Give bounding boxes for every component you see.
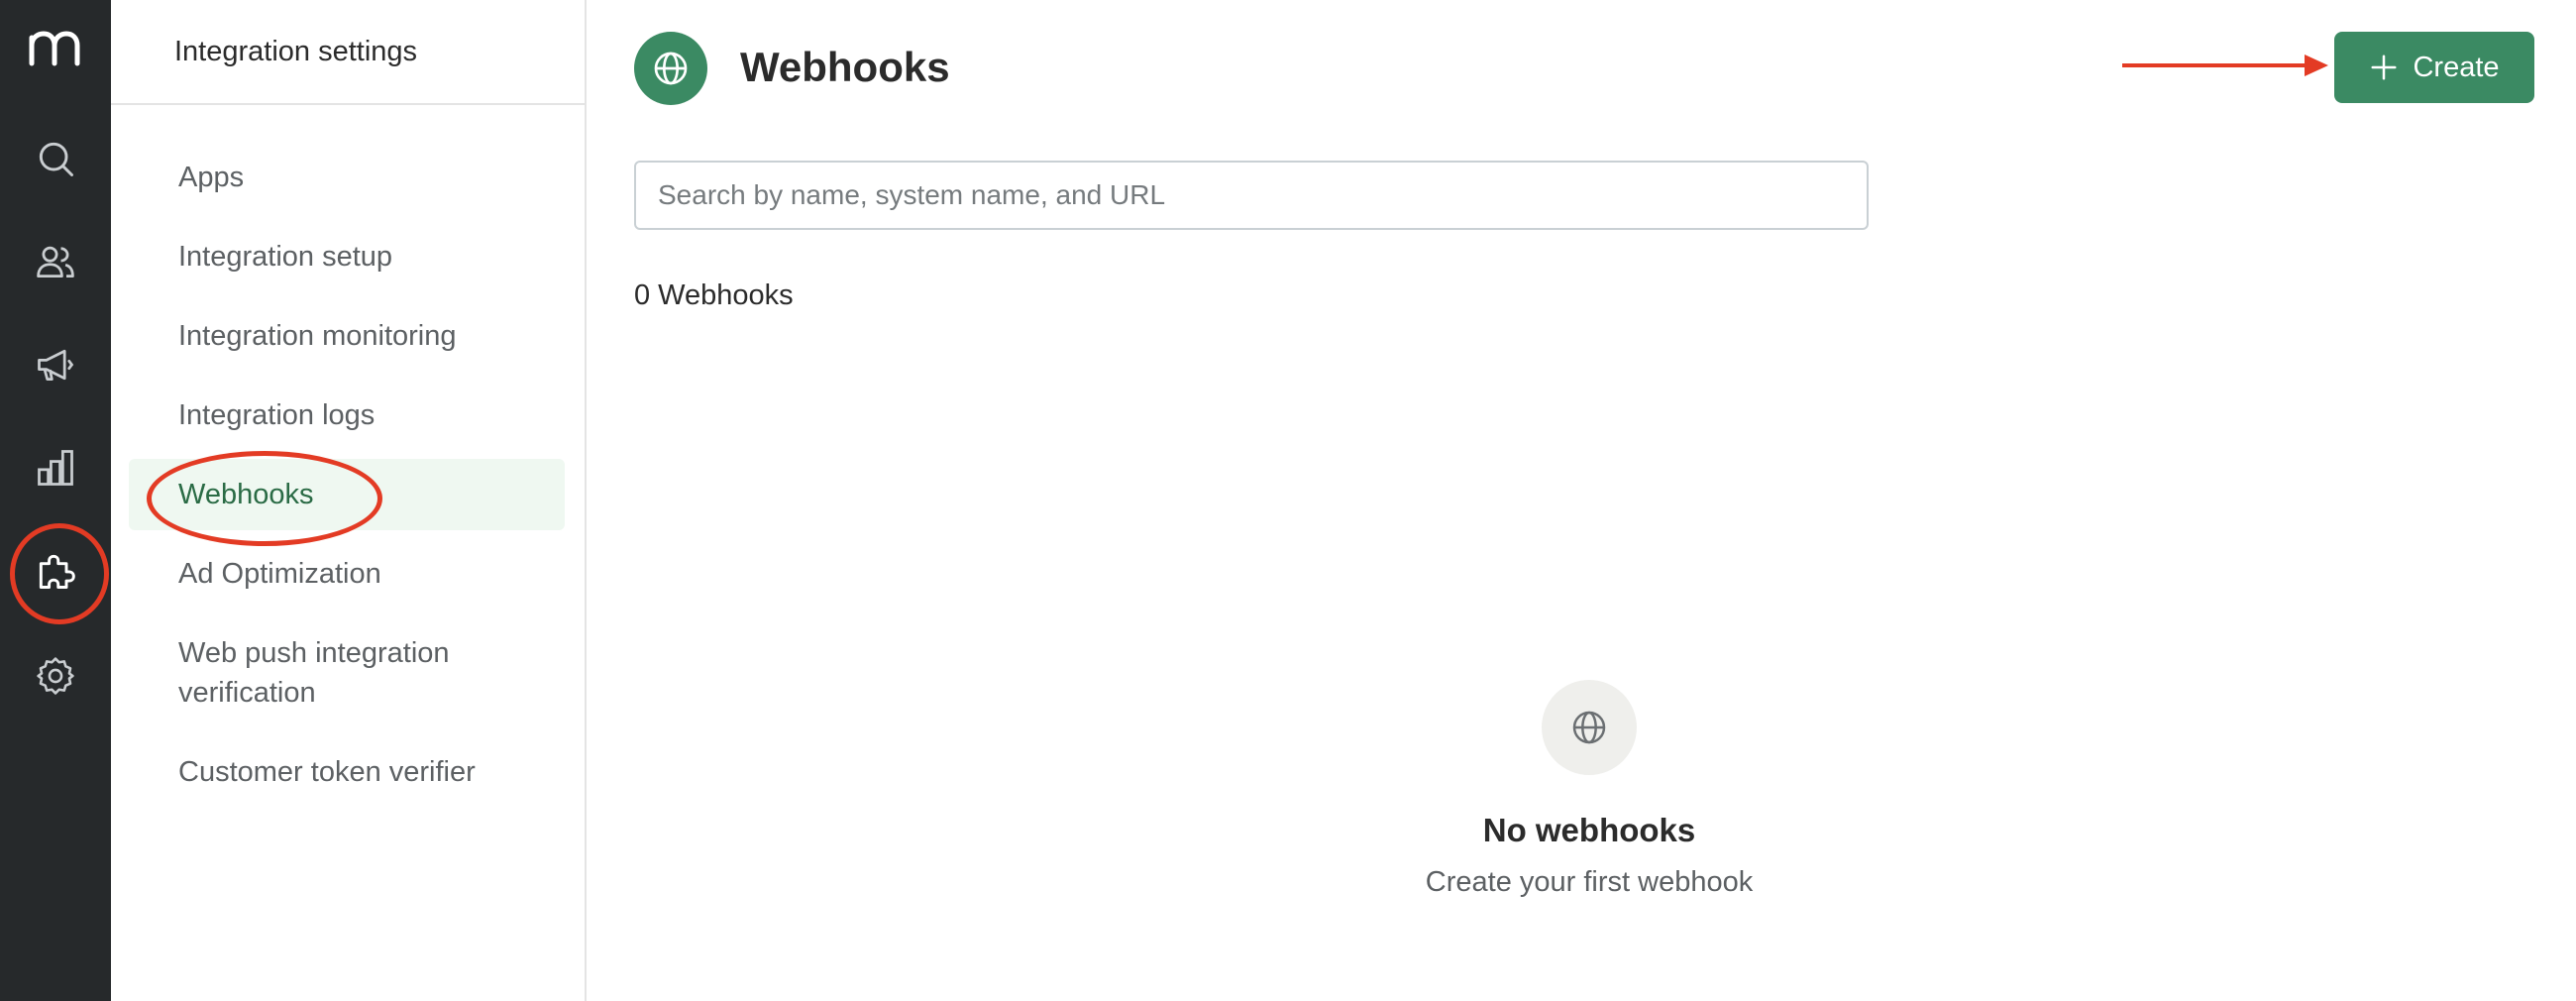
app-logo[interactable] <box>26 24 85 67</box>
main-content: Webhooks Create 0 Webhooks No webhooks C… <box>587 0 2576 1001</box>
sidebar-item-apps[interactable]: Apps <box>129 142 565 213</box>
sidebar-header: Integration settings <box>111 0 585 105</box>
settings-nav-icon[interactable] <box>20 640 91 712</box>
sidebar-item-customer-token-verifier[interactable]: Customer token verifier <box>129 736 565 808</box>
create-button[interactable]: Create <box>2334 32 2534 103</box>
sidebar-item-web-push-verification[interactable]: Web push integration verification <box>129 617 456 728</box>
annotation-arrow-icon <box>2122 55 2328 76</box>
search-nav-icon[interactable] <box>20 123 91 194</box>
page-icon <box>634 32 707 105</box>
globe-icon <box>654 52 688 85</box>
create-button-label: Create <box>2413 51 2500 83</box>
analytics-nav-icon[interactable] <box>20 432 91 503</box>
globe-icon <box>1572 711 1606 744</box>
sidebar-item-label: Integration setup <box>178 241 393 273</box>
logo-mark-icon <box>29 31 80 66</box>
annotation-circle <box>147 451 382 546</box>
users-icon <box>37 246 74 278</box>
sidebar-item-label: Integration monitoring <box>178 320 457 352</box>
sidebar-item-integration-setup[interactable]: Integration setup <box>129 221 565 292</box>
megaphone-icon <box>38 349 74 382</box>
empty-state-icon <box>1542 680 1637 775</box>
customers-nav-icon[interactable] <box>20 226 91 297</box>
search-icon <box>39 142 73 176</box>
integrations-nav-icon[interactable] <box>10 523 109 624</box>
sidebar-item-integration-logs[interactable]: Integration logs <box>129 380 565 451</box>
settings-sidebar: Integration settings Apps Integration se… <box>111 0 587 1001</box>
sidebar-item-label: Integration logs <box>178 399 376 431</box>
campaigns-nav-icon[interactable] <box>20 329 91 400</box>
plus-icon <box>2371 55 2397 80</box>
sidebar-item-label: Web push integration verification <box>178 637 450 709</box>
sidebar-title: Integration settings <box>174 35 418 67</box>
icon-rail <box>0 0 111 1001</box>
puzzle-icon <box>39 554 75 589</box>
sidebar-item-webhooks[interactable]: Webhooks <box>129 451 565 546</box>
gear-icon <box>37 657 74 695</box>
bar-chart-icon <box>38 450 73 486</box>
sidebar-item-label: Apps <box>178 162 245 193</box>
empty-state-subtitle: Create your first webhook <box>1425 866 1754 898</box>
sidebar-item-label: Ad Optimization <box>178 558 381 590</box>
page-title: Webhooks <box>740 44 950 90</box>
sidebar-item-label: Customer token verifier <box>178 756 476 788</box>
settings-menu: Apps Integration setup Integration monit… <box>129 142 565 816</box>
webhooks-count: 0 Webhooks <box>634 279 794 311</box>
sidebar-item-ad-optimization[interactable]: Ad Optimization <box>129 538 565 610</box>
search-input[interactable] <box>634 161 1869 230</box>
sidebar-item-integration-monitoring[interactable]: Integration monitoring <box>129 300 565 372</box>
empty-state-title: No webhooks <box>1482 812 1696 848</box>
